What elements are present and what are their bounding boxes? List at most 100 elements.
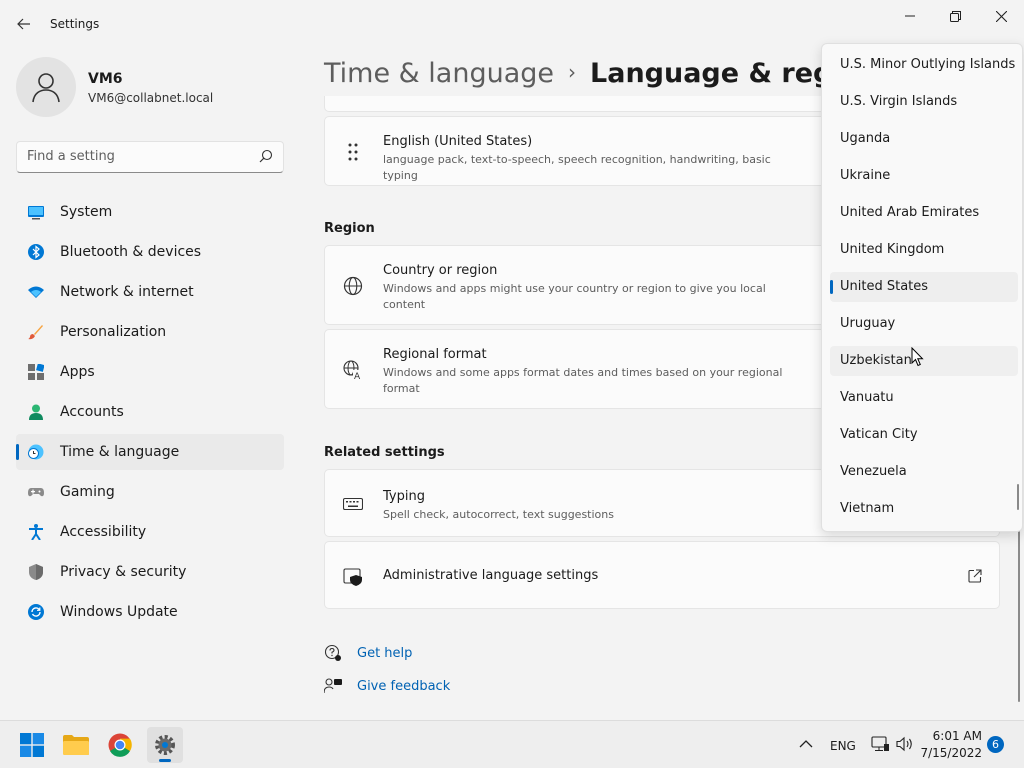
settings-icon — [155, 735, 175, 755]
notification-badge[interactable]: 6 — [987, 736, 1004, 753]
search-icon[interactable] — [259, 149, 273, 167]
get-help-label[interactable]: Get help — [357, 646, 412, 661]
typing-title: Typing — [383, 489, 425, 504]
region-section-title: Region — [324, 221, 375, 236]
accessibility-icon — [29, 524, 43, 540]
bluetooth-icon — [28, 244, 44, 260]
dropdown-option[interactable]: Vatican City — [830, 420, 1018, 450]
start-icon — [20, 733, 44, 757]
sidebar-item-system[interactable]: System — [16, 194, 284, 230]
sidebar-item-time-language[interactable]: Time & language — [16, 434, 284, 470]
sidebar-item-bluetooth[interactable]: Bluetooth & devices — [16, 234, 284, 270]
chrome-button[interactable] — [102, 727, 138, 763]
input-language-indicator[interactable]: ENG — [830, 739, 856, 753]
typing-description: Spell check, autocorrect, text suggestio… — [383, 508, 614, 521]
accounts-icon — [29, 404, 43, 420]
sidebar-item-label: Accounts — [60, 404, 124, 420]
file-explorer-button[interactable] — [58, 727, 94, 763]
dropdown-option[interactable]: Uganda — [830, 124, 1018, 154]
sidebar-item-privacy[interactable]: Privacy & security — [16, 554, 284, 590]
system-icon — [28, 206, 44, 220]
clock-date[interactable]: 7/15/2022 — [920, 746, 982, 760]
dropdown-option[interactable]: Vietnam — [830, 494, 1018, 524]
sidebar-item-label: Privacy & security — [60, 564, 187, 580]
sidebar-item-label: Windows Update — [60, 604, 178, 620]
sidebar-item-network[interactable]: Network & internet — [16, 274, 284, 310]
related-settings-title: Related settings — [324, 445, 445, 460]
dropdown-option-hovered[interactable]: Uzbekistan — [830, 346, 1018, 376]
chevron-up-icon[interactable] — [799, 737, 813, 751]
back-arrow-icon — [17, 18, 30, 30]
mouse-cursor-icon — [911, 347, 924, 367]
avatar — [16, 57, 76, 117]
country-region-dropdown-list[interactable]: U.S. Minor Outlying Islands U.S. Virgin … — [821, 43, 1023, 532]
chrome-icon — [108, 733, 132, 757]
admin-shield-icon — [343, 568, 362, 586]
start-button[interactable] — [14, 727, 50, 763]
volume-icon[interactable] — [896, 736, 914, 752]
maximize-button[interactable] — [932, 0, 978, 32]
search-box[interactable] — [16, 141, 284, 173]
apps-icon — [28, 364, 44, 380]
dropdown-option-selected[interactable]: United States — [830, 272, 1018, 302]
sidebar-item-label: Bluetooth & devices — [60, 244, 202, 260]
external-link-icon — [968, 569, 982, 583]
sidebar-item-label: Network & internet — [60, 284, 194, 300]
svg-text:A: A — [354, 372, 361, 380]
dropdown-option[interactable]: Uruguay — [830, 309, 1018, 339]
admin-language-card[interactable]: Administrative language settings — [324, 541, 1000, 609]
sidebar-item-label: System — [60, 204, 113, 220]
country-region-description: Windows and apps might use your country … — [383, 282, 766, 311]
app-title: Settings — [50, 17, 100, 31]
dropdown-option[interactable]: Ukraine — [830, 161, 1018, 191]
dropdown-option[interactable]: U.S. Virgin Islands — [830, 87, 1018, 117]
gamepad-icon — [28, 488, 44, 497]
minimize-button[interactable] — [887, 0, 933, 32]
taskbar: ENG 6:01 AM 7/15/2022 6 — [0, 720, 1024, 768]
back-button[interactable] — [10, 10, 38, 38]
dropdown-option[interactable]: United Arab Emirates — [830, 198, 1018, 228]
wifi-icon — [28, 286, 44, 298]
regional-format-title: Regional format — [383, 347, 487, 362]
search-input[interactable] — [27, 149, 247, 164]
breadcrumb-separator: › — [568, 60, 577, 84]
give-feedback-label[interactable]: Give feedback — [357, 679, 450, 694]
feedback-icon — [324, 678, 342, 694]
brush-icon — [28, 325, 43, 340]
dropdown-option[interactable]: United Kingdom — [830, 235, 1018, 265]
dropdown-option[interactable]: U.S. Minor Outlying Islands — [830, 50, 1018, 80]
update-icon — [28, 604, 44, 620]
close-button[interactable] — [978, 0, 1024, 32]
sidebar-item-label: Personalization — [60, 324, 167, 340]
sidebar-item-personalization[interactable]: Personalization — [16, 314, 284, 350]
sidebar-item-label: Time & language — [60, 444, 180, 460]
regional-format-icon: A — [343, 360, 363, 380]
title-bar: Settings — [0, 0, 1024, 48]
drag-handle-icon[interactable] — [343, 142, 363, 162]
dropdown-scrollbar[interactable] — [1017, 484, 1019, 510]
breadcrumb-parent[interactable]: Time & language — [324, 58, 554, 89]
regional-format-description: Windows and some apps format dates and t… — [383, 366, 783, 395]
sidebar-item-gaming[interactable]: Gaming — [16, 474, 284, 510]
user-icon — [32, 73, 60, 103]
sidebar-item-windows-update[interactable]: Windows Update — [16, 594, 284, 630]
language-name: English (United States) — [383, 134, 533, 149]
sidebar-item-apps[interactable]: Apps — [16, 354, 284, 390]
globe-icon — [343, 276, 363, 296]
settings-taskbar-button[interactable] — [147, 727, 183, 763]
globe-clock-icon — [28, 444, 44, 460]
language-features: language pack, text-to-speech, speech re… — [383, 153, 771, 182]
minimize-icon — [905, 15, 915, 17]
dropdown-option[interactable]: Venezuela — [830, 457, 1018, 487]
sidebar-item-label: Accessibility — [60, 524, 147, 540]
dropdown-option[interactable]: Vanuatu — [830, 383, 1018, 413]
sidebar-item-accounts[interactable]: Accounts — [16, 394, 284, 430]
profile-name: VM6 — [88, 71, 123, 87]
sidebar-nav: System Bluetooth & devices Network & int… — [16, 194, 284, 634]
clock-time[interactable]: 6:01 AM — [920, 729, 982, 743]
help-icon — [324, 644, 341, 661]
main-scrollbar[interactable] — [1018, 530, 1020, 702]
network-icon[interactable] — [871, 736, 889, 752]
sidebar-item-accessibility[interactable]: Accessibility — [16, 514, 284, 550]
keyboard-icon — [343, 497, 363, 511]
